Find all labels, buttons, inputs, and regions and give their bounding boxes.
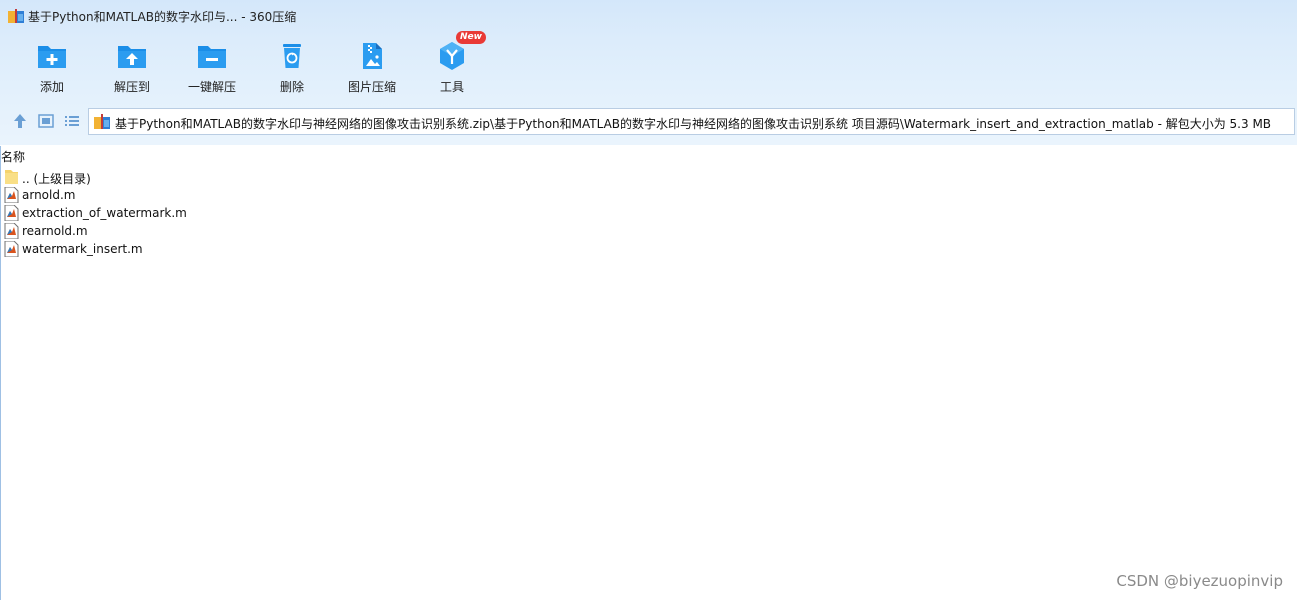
image-compress-icon [363, 43, 382, 69]
csdn-watermark: CSDN @biyezuopinvip [1116, 572, 1283, 590]
navigation-bar: 基于Python和MATLAB的数字水印与神经网络的图像攻击识别系统.zip\基… [0, 108, 1297, 136]
address-path: 基于Python和MATLAB的数字水印与神经网络的图像攻击识别系统.zip\基… [115, 117, 1272, 131]
title-bar[interactable]: 基于Python和MATLAB的数字水印与... - 360压缩 [0, 0, 1297, 32]
folder-add-icon [38, 46, 66, 68]
folder-quick-extract-icon [198, 46, 226, 68]
folder-icon [5, 170, 18, 184]
file-list: 名称 .. (上级目录) arnold.m extraction_of_wate [0, 146, 1297, 600]
list-item-name: watermark_insert.m [22, 242, 143, 256]
new-badge: New [456, 31, 486, 44]
matlab-file-icon [4, 223, 19, 239]
thumbnail-view-icon[interactable] [37, 112, 55, 130]
folder-extract-icon [118, 46, 146, 68]
add-button[interactable]: 添加 [12, 36, 92, 98]
matlab-file-icon [4, 241, 19, 257]
image-compress-button[interactable]: 图片压缩 [332, 36, 412, 98]
address-bar[interactable]: 基于Python和MATLAB的数字水印与神经网络的图像攻击识别系统.zip\基… [88, 108, 1295, 135]
quick-extract-button[interactable]: 一键解压 [172, 36, 252, 98]
tools-button[interactable]: New 工具 [412, 31, 492, 98]
list-item-name: .. (上级目录) [22, 172, 91, 186]
extract-to-label: 解压到 [113, 80, 150, 94]
column-header-name[interactable]: 名称 [1, 148, 25, 165]
add-label: 添加 [39, 80, 64, 94]
list-item-name: rearnold.m [22, 224, 88, 238]
list-item-name: arnold.m [22, 188, 76, 202]
app-window: 基于Python和MATLAB的数字水印与... - 360压缩 添加 解压到 … [0, 0, 1297, 600]
app-logo-icon [8, 9, 24, 23]
matlab-file-icon [4, 187, 19, 203]
image-compress-label: 图片压缩 [347, 80, 396, 94]
list-view-icon[interactable] [63, 112, 81, 130]
archive-icon [94, 114, 110, 129]
trash-icon [283, 44, 301, 68]
window-title: 基于Python和MATLAB的数字水印与... - 360压缩 [28, 10, 297, 24]
matlab-file-icon [4, 205, 19, 221]
delete-button[interactable]: 删除 [252, 36, 332, 98]
up-arrow-icon[interactable] [11, 112, 29, 130]
list-item-name: extraction_of_watermark.m [22, 206, 187, 220]
tools-icon [440, 42, 464, 70]
extract-to-button[interactable]: 解压到 [92, 36, 172, 98]
delete-label: 删除 [279, 80, 304, 94]
quick-extract-label: 一键解压 [187, 80, 236, 94]
tools-label: 工具 [439, 80, 464, 94]
window-header: 基于Python和MATLAB的数字水印与... - 360压缩 添加 解压到 … [0, 0, 1297, 145]
